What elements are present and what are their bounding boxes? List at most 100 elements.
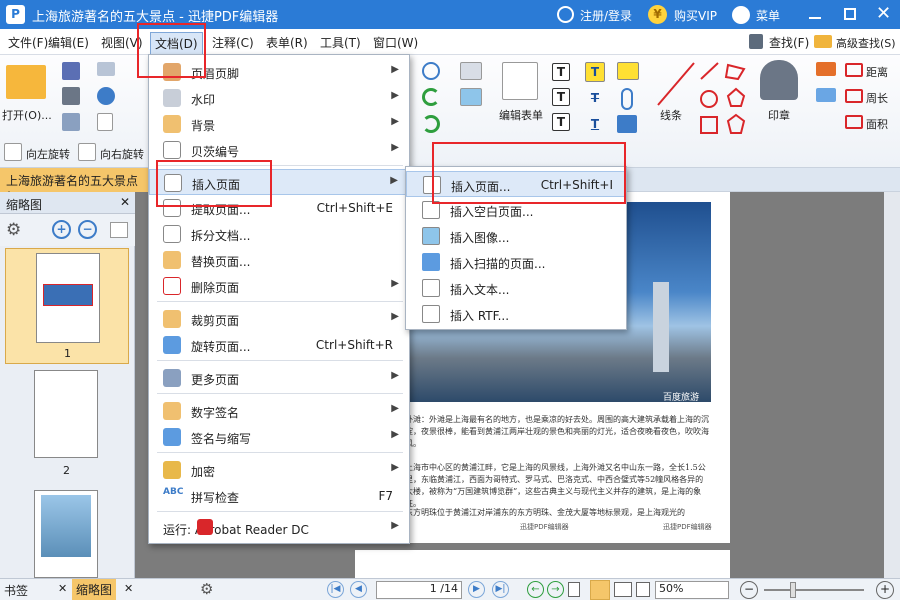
sound-icon[interactable] bbox=[617, 115, 637, 133]
shape-tools-icon[interactable] bbox=[698, 59, 748, 135]
text-box-icon[interactable]: T bbox=[552, 88, 570, 106]
zoom-select[interactable]: 50% bbox=[655, 581, 729, 599]
undo-icon[interactable] bbox=[97, 87, 115, 105]
single-page-icon[interactable] bbox=[568, 582, 580, 597]
line-button[interactable]: 线条 bbox=[660, 107, 682, 123]
vip-link[interactable]: 购买VIP bbox=[674, 7, 717, 24]
rotate-right-button[interactable]: 向右旋转 bbox=[100, 146, 144, 162]
menu-edit[interactable]: 编辑(E) bbox=[48, 34, 89, 51]
pencil-icon[interactable] bbox=[816, 62, 836, 76]
snapshot-icon[interactable] bbox=[460, 62, 482, 80]
menu-tools[interactable]: 工具(T) bbox=[320, 34, 361, 51]
rotate-right-icon[interactable] bbox=[78, 143, 96, 161]
insert-image-icon[interactable] bbox=[460, 88, 482, 106]
area-button[interactable]: 面积 bbox=[866, 116, 888, 132]
search-button[interactable]: 查找(F) bbox=[769, 34, 809, 51]
user-icon[interactable] bbox=[557, 6, 574, 23]
cover-page-icon[interactable] bbox=[636, 582, 650, 597]
properties-icon[interactable] bbox=[62, 113, 80, 131]
continuous-page-icon[interactable] bbox=[590, 580, 610, 600]
submenu-item-insert-text[interactable]: 插入文本... bbox=[406, 275, 626, 301]
document-tab[interactable]: 上海旅游著名的五大景点 * bbox=[0, 168, 150, 203]
search-icon[interactable] bbox=[749, 34, 763, 49]
gear-icon[interactable]: ⚙ bbox=[6, 220, 21, 240]
page-number-input[interactable]: 1 /14 bbox=[376, 581, 462, 599]
thumbnail-page-2[interactable]: 2 bbox=[30, 368, 100, 478]
prev-page-icon[interactable]: ◀ bbox=[350, 581, 367, 598]
zoom-out-thumb-icon[interactable]: − bbox=[78, 220, 97, 239]
edit-form-icon[interactable] bbox=[502, 62, 538, 100]
rotate-left-button[interactable]: 向左旋转 bbox=[26, 146, 70, 162]
forward-icon[interactable]: → bbox=[547, 581, 564, 598]
menu-file[interactable]: 文件(F) bbox=[8, 34, 48, 51]
first-page-icon[interactable]: |◀ bbox=[327, 581, 344, 598]
menu-item-delete-pages[interactable]: 删除页面 ▶ bbox=[149, 273, 409, 299]
app-menu-button[interactable]: 菜单 bbox=[756, 7, 780, 24]
text-field-icon[interactable]: T bbox=[552, 113, 570, 131]
folder-search-icon[interactable] bbox=[814, 35, 832, 48]
rotate-thumb-icon[interactable] bbox=[110, 222, 128, 238]
perimeter-icon[interactable] bbox=[845, 89, 863, 103]
advanced-search-button[interactable]: 高级查找(S) bbox=[836, 35, 896, 51]
open-folder-icon[interactable] bbox=[6, 65, 46, 99]
distance-button[interactable]: 距离 bbox=[866, 64, 888, 80]
distance-icon[interactable] bbox=[845, 63, 863, 77]
submenu-item-insert-image[interactable]: 插入图像... bbox=[406, 223, 626, 249]
print-icon[interactable] bbox=[62, 87, 80, 105]
zoom-out-icon[interactable]: − bbox=[740, 581, 758, 599]
zoom-slider[interactable] bbox=[764, 589, 864, 591]
submenu-item-insert-rtf[interactable]: 插入 RTF... bbox=[406, 301, 626, 327]
rotate-ccw-icon[interactable] bbox=[422, 88, 440, 106]
rotate-left-icon[interactable] bbox=[4, 143, 22, 161]
stamp-button[interactable]: 印章 bbox=[768, 107, 790, 123]
menu-item-watermark[interactable]: 水印 ▶ bbox=[149, 85, 409, 111]
submenu-item-insert-scanned-page[interactable]: 插入扫描的页面... bbox=[406, 249, 626, 275]
email-icon[interactable] bbox=[97, 62, 115, 76]
vertical-scrollbar[interactable] bbox=[884, 192, 900, 578]
panel-close-icon[interactable]: ✕ bbox=[120, 195, 130, 209]
menu-icon[interactable] bbox=[732, 6, 750, 24]
thumbnail-page-3[interactable] bbox=[34, 490, 98, 578]
zoom-in-thumb-icon[interactable]: + bbox=[52, 220, 71, 239]
close-button[interactable]: ✕ bbox=[876, 3, 891, 24]
underline-icon[interactable]: T bbox=[585, 114, 605, 134]
rotate-cw-icon[interactable] bbox=[422, 115, 440, 133]
menu-item-sign-initial[interactable]: 签名与缩写 ▶ bbox=[149, 424, 409, 450]
vip-icon[interactable]: ¥ bbox=[648, 5, 667, 24]
menu-item-rotate-pages[interactable]: 旋转页面... Ctrl+Shift+R bbox=[149, 332, 409, 358]
edit-form-button[interactable]: 编辑表单 bbox=[499, 107, 543, 123]
thumbnail-page-1[interactable]: 1 bbox=[5, 248, 129, 364]
open-button[interactable]: 打开(O)... bbox=[2, 107, 52, 123]
menu-item-replace-pages[interactable]: 替换页面... bbox=[149, 247, 409, 273]
text-tool-icon[interactable]: T bbox=[552, 63, 570, 81]
tab-thumbnails[interactable]: 缩略图 bbox=[72, 579, 117, 600]
area-icon[interactable] bbox=[845, 115, 863, 129]
menu-form[interactable]: 表单(R) bbox=[266, 34, 308, 51]
menu-item-digital-signature[interactable]: 数字签名 ▶ bbox=[149, 398, 409, 424]
next-page-icon[interactable]: ▶ bbox=[468, 581, 485, 598]
menu-comment[interactable]: 注释(C) bbox=[212, 34, 254, 51]
back-icon[interactable]: ← bbox=[527, 581, 544, 598]
menu-item-run-acrobat[interactable]: 运行: Acrobat Reader DC ▶ bbox=[149, 515, 409, 541]
new-doc-icon[interactable] bbox=[97, 113, 113, 131]
zoom-slider-thumb[interactable] bbox=[790, 582, 796, 598]
strikeout-icon[interactable]: T bbox=[585, 88, 605, 108]
menu-item-split-document[interactable]: 拆分文档... bbox=[149, 221, 409, 247]
menu-item-crop-pages[interactable]: 裁剪页面 ▶ bbox=[149, 306, 409, 332]
perimeter-button[interactable]: 周长 bbox=[866, 90, 888, 106]
facing-page-icon[interactable] bbox=[614, 582, 632, 597]
stamp-icon[interactable] bbox=[760, 60, 798, 100]
minimize-button[interactable] bbox=[809, 17, 821, 19]
tab-bookmarks-close-icon[interactable]: ✕ bbox=[58, 582, 67, 595]
menu-item-more-pages[interactable]: 更多页面 ▶ bbox=[149, 365, 409, 391]
last-page-icon[interactable]: ▶| bbox=[492, 581, 509, 598]
menu-item-background[interactable]: 背景 ▶ bbox=[149, 111, 409, 137]
zoom-in-icon[interactable] bbox=[422, 62, 440, 80]
note-icon[interactable] bbox=[617, 62, 639, 80]
attachment-icon[interactable] bbox=[621, 88, 633, 110]
zoom-in-status-icon[interactable]: + bbox=[876, 581, 894, 599]
tab-thumbnails-close-icon[interactable]: ✕ bbox=[124, 582, 133, 595]
tab-bookmarks[interactable]: 书签 bbox=[4, 582, 28, 599]
settings-icon[interactable]: ⚙ bbox=[200, 580, 213, 598]
menu-item-encrypt[interactable]: 加密 ▶ bbox=[149, 457, 409, 483]
